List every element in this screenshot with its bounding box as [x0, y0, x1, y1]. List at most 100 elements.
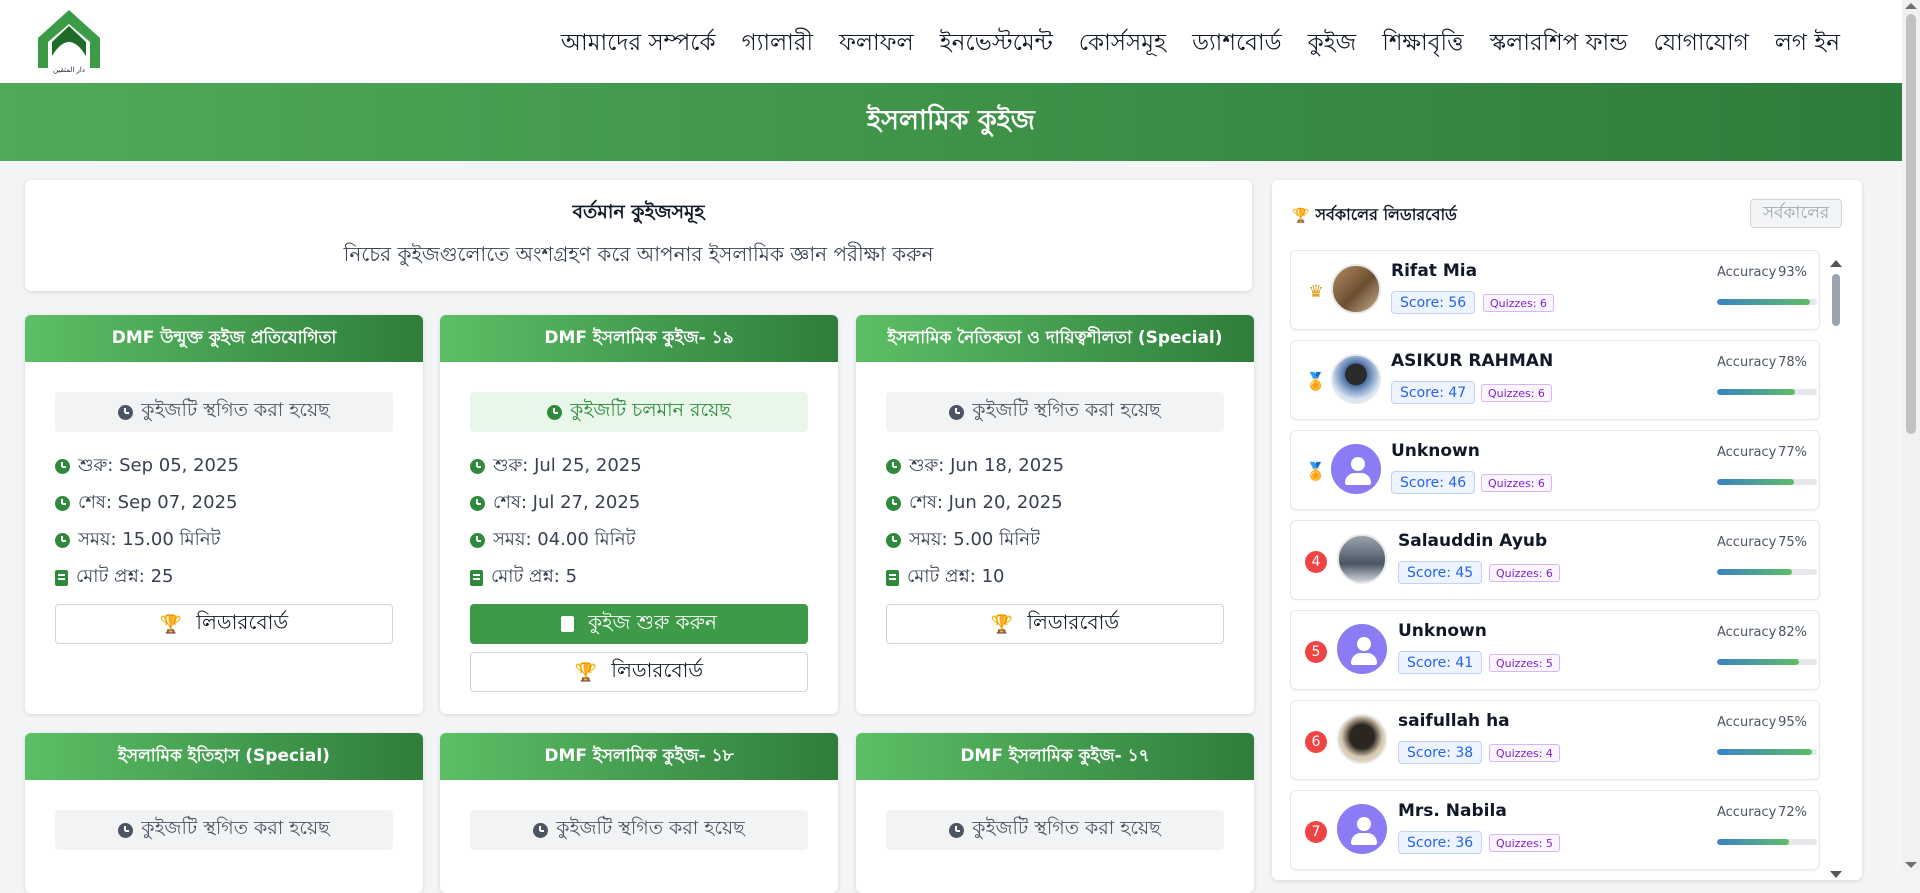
medal-icon: 🏅 — [1305, 462, 1327, 482]
book-icon — [470, 569, 483, 586]
accuracy-label: Accuracy — [1717, 805, 1777, 820]
quiz-questions-text: মোট প্রশ্ন: 5 — [491, 566, 578, 587]
avatar — [1331, 264, 1381, 314]
nav-investment[interactable]: ইনভেস্টমেন্ট — [940, 24, 1053, 63]
quiz-status: কুইজটি স্থগিত করা হয়েছ — [886, 810, 1224, 850]
quiz-card-title: DMF উন্মুক্ত কুইজ প্রতিযোগিতা — [25, 315, 423, 362]
nav-gallery[interactable]: গ্যালারী — [742, 24, 813, 63]
leaderboard-row: 6 saifullah ha Score: 38 Quizzes: 4 Accu… — [1290, 700, 1820, 780]
leaderboard-row: 🏅 ASIKUR RAHMAN Score: 47 Quizzes: 6 Acc… — [1290, 340, 1820, 420]
medal-icon: 🏅 — [1305, 372, 1327, 392]
clock-icon — [886, 533, 901, 548]
quiz-questions-text: মোট প্রশ্ন: 25 — [76, 566, 174, 587]
scrollbar-thumb[interactable] — [1906, 14, 1916, 434]
leaderboard-filter-select[interactable]: সর্বকালের — [1750, 199, 1842, 228]
avatar — [1331, 354, 1381, 404]
quiz-end-text: শেষ: Jun 20, 2025 — [909, 492, 1063, 513]
start-quiz-button[interactable]: কুইজ শুরু করুন — [470, 604, 808, 644]
accuracy-label: Accuracy — [1717, 355, 1777, 370]
accuracy-value: 95% — [1778, 715, 1807, 730]
quiz-duration: সময়: 5.00 মিনিট — [886, 522, 1224, 559]
quiz-questions: মোট প্রশ্ন: 5 — [470, 559, 808, 596]
rank-badge: 4 — [1305, 551, 1327, 573]
trophy-icon: 🏆 — [574, 661, 598, 683]
avatar — [1337, 534, 1387, 584]
quiz-end: শেষ: Jul 27, 2025 — [470, 485, 808, 522]
accuracy-label: Accuracy — [1717, 535, 1777, 550]
quiz-duration-text: সময়: 5.00 মিনিট — [909, 529, 1040, 550]
quiz-duration-text: সময়: 15.00 মিনিট — [78, 529, 221, 550]
nav-quiz[interactable]: কুইজ — [1308, 24, 1357, 63]
nav-courses[interactable]: কোর্সসমূহ — [1079, 24, 1166, 63]
quiz-status: কুইজটি স্থগিত করা হয়েছ — [55, 392, 393, 432]
book-icon — [886, 569, 899, 586]
nav-dashboard[interactable]: ড্যাশবোর্ড — [1192, 24, 1282, 63]
scroll-down-arrow-icon[interactable] — [1830, 871, 1842, 878]
quiz-duration-text: সময়: 04.00 মিনিট — [493, 529, 636, 550]
quizzes-badge: Quizzes: 5 — [1489, 654, 1560, 672]
quizzes-badge: Quizzes: 6 — [1489, 564, 1560, 582]
scroll-up-arrow-icon[interactable] — [1830, 260, 1842, 267]
quiz-card-title: DMF ইসলামিক কুইজ- ১৯ — [440, 315, 838, 362]
quiz-status-text: কুইজটি স্থগিত করা হয়েছ — [141, 817, 330, 839]
accuracy-label: Accuracy — [1717, 715, 1777, 730]
accuracy-value: 77% — [1778, 445, 1807, 460]
leaderboard-row: 5 Unknown Score: 41 Quizzes: 5 Accuracy … — [1290, 610, 1820, 690]
accuracy-bar — [1717, 749, 1817, 755]
player-name: Rifat Mia — [1391, 261, 1478, 281]
quiz-card-title: ইসলামিক নৈতিকতা ও দায়িত্বশীলতা (Special… — [856, 315, 1254, 362]
leaderboard-row: 4 Salauddin Ayub Score: 45 Quizzes: 6 Ac… — [1290, 520, 1820, 600]
quiz-end: শেষ: Jun 20, 2025 — [886, 485, 1224, 522]
clock-icon — [55, 496, 70, 511]
score-badge: Score: 36 — [1398, 831, 1483, 854]
quiz-card: DMF ইসলামিক কুইজ- ১৭ কুইজটি স্থগিত করা হ… — [856, 733, 1254, 893]
trophy-icon: 🏆 — [1292, 207, 1310, 224]
accuracy-bar — [1717, 569, 1817, 575]
book-icon — [55, 569, 68, 586]
quiz-questions-text: মোট প্রশ্ন: 10 — [907, 566, 1005, 587]
quizzes-badge: Quizzes: 5 — [1489, 834, 1560, 852]
accuracy-label: Accuracy — [1717, 265, 1777, 280]
quiz-start-text: শুরু: Sep 05, 2025 — [78, 455, 239, 476]
nav-contact[interactable]: যোগাযোগ — [1654, 24, 1749, 63]
intro-card: বর্তমান কুইজসমূহ নিচের কুইজগুলোতে অংশগ্র… — [25, 180, 1252, 291]
leaderboard-button[interactable]: 🏆 লিডারবোর্ড — [55, 604, 393, 644]
scrollbar-thumb[interactable] — [1832, 274, 1840, 326]
accuracy-bar-fill — [1717, 389, 1795, 395]
leaderboard-scrollbar[interactable] — [1830, 260, 1842, 878]
accuracy-bar-fill — [1717, 839, 1789, 845]
nav-scholarship-fund[interactable]: স্কলারশিপ ফান্ড — [1490, 24, 1628, 63]
accuracy-bar — [1717, 659, 1817, 665]
clock-icon — [470, 496, 485, 511]
site-logo[interactable]: دار المتقين — [34, 8, 104, 76]
quiz-status: কুইজটি স্থগিত করা হয়েছ — [886, 392, 1224, 432]
quizzes-badge: Quizzes: 6 — [1481, 384, 1552, 402]
trophy-icon: 🏆 — [990, 613, 1014, 635]
page-scrollbar[interactable] — [1902, 0, 1920, 871]
quiz-card-title: ইসলামিক ইতিহাস (Special) — [25, 733, 423, 780]
accuracy-bar-fill — [1717, 479, 1794, 485]
avatar — [1331, 444, 1381, 494]
accuracy-value: 78% — [1778, 355, 1807, 370]
nav-results[interactable]: ফলাফল — [839, 24, 914, 63]
quiz-status: কুইজটি স্থগিত করা হয়েছ — [55, 810, 393, 850]
clock-icon — [949, 822, 965, 838]
top-navbar: دار المتقين আমাদের সম্পর্কে গ্যালারী ফলা… — [0, 0, 1902, 83]
accuracy-bar — [1717, 389, 1817, 395]
clock-icon — [949, 404, 965, 420]
quiz-status-text: কুইজটি স্থগিত করা হয়েছ — [972, 817, 1161, 839]
quiz-card: ইসলামিক নৈতিকতা ও দায়িত্বশীলতা (Special… — [856, 315, 1254, 714]
quiz-status-text: কুইজটি স্থগিত করা হয়েছ — [141, 399, 330, 421]
rank-badge: 6 — [1305, 731, 1327, 753]
quiz-start: শুরু: Jul 25, 2025 — [470, 448, 808, 485]
scroll-up-arrow-icon[interactable] — [1905, 3, 1917, 9]
quiz-questions: মোট প্রশ্ন: 25 — [55, 559, 393, 596]
logo-text: دار المتقين — [53, 66, 85, 74]
leaderboard-button[interactable]: 🏆 লিডারবোর্ড — [886, 604, 1224, 644]
scroll-down-arrow-icon[interactable] — [1905, 862, 1917, 868]
trophy-icon: 🏆 — [159, 613, 183, 635]
nav-about[interactable]: আমাদের সম্পর্কে — [561, 24, 716, 63]
nav-login[interactable]: লগ ইন — [1775, 24, 1840, 63]
nav-scholarship[interactable]: শিক্ষাবৃত্তি — [1382, 24, 1463, 63]
leaderboard-button[interactable]: 🏆 লিডারবোর্ড — [470, 652, 808, 692]
